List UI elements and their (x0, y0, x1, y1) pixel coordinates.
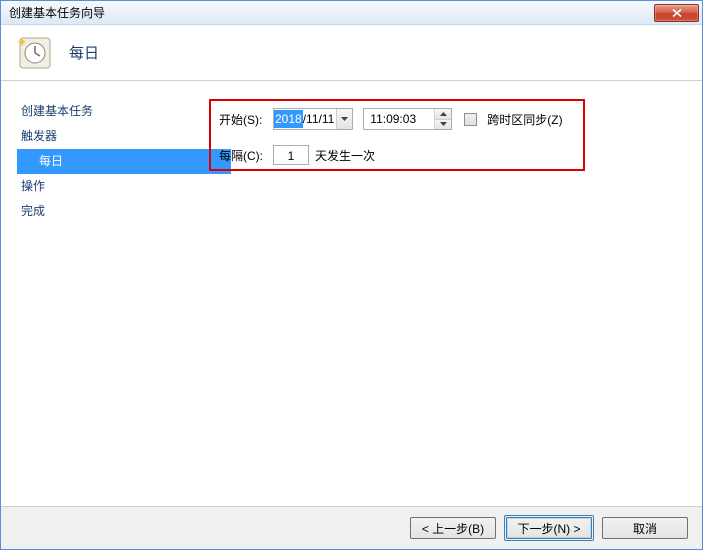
spin-up-button[interactable] (435, 109, 451, 120)
chevron-up-icon (440, 112, 447, 116)
next-button[interactable]: 下一步(N) > (504, 515, 594, 541)
nav-item-finish[interactable]: 完成 (19, 199, 209, 224)
next-button-label: 下一步(N) > (506, 517, 592, 539)
chevron-down-icon (341, 117, 348, 121)
wizard-window: 创建基本任务向导 ✦ 每日 创建基本任务 触发器 每日 操作 完成 (0, 0, 703, 550)
window-title: 创建基本任务向导 (9, 4, 105, 21)
titlebar: 创建基本任务向导 (1, 1, 702, 25)
start-row: 开始(S): 2018/11/11 11:09:03 (219, 107, 575, 131)
back-button[interactable]: < 上一步(B) (410, 517, 496, 539)
wizard-nav: 创建基本任务 触发器 每日 操作 完成 (1, 99, 209, 506)
tz-sync-label: 跨时区同步(Z) (487, 111, 562, 128)
highlight-box: 开始(S): 2018/11/11 11:09:03 (209, 99, 585, 171)
close-button[interactable] (654, 4, 699, 22)
spin-down-button[interactable] (435, 120, 451, 130)
wizard-footer: < 上一步(B) 下一步(N) > 取消 (1, 506, 702, 549)
start-label: 开始(S): (219, 111, 267, 128)
time-spinner-buttons (434, 109, 451, 129)
date-dropdown-button[interactable] (336, 109, 352, 129)
chevron-down-icon (440, 122, 447, 126)
clock-icon: ✦ (19, 37, 51, 69)
start-date-picker[interactable]: 2018/11/11 (273, 108, 353, 130)
nav-item-daily[interactable]: 每日 (17, 149, 231, 174)
date-rest: /11/11 (303, 110, 337, 128)
cancel-button[interactable]: 取消 (602, 517, 688, 539)
wizard-body: 创建基本任务 触发器 每日 操作 完成 开始(S): 2018/11/11 (1, 81, 702, 506)
tz-sync-checkbox[interactable] (464, 113, 477, 126)
page-title: 每日 (69, 42, 99, 63)
start-time-spinner[interactable]: 11:09:03 (363, 108, 452, 130)
close-icon (672, 9, 682, 17)
interval-label: 每隔(C): (219, 147, 267, 164)
wizard-content: 开始(S): 2018/11/11 11:09:03 (209, 99, 585, 171)
nav-item-create-basic-task[interactable]: 创建基本任务 (19, 99, 209, 124)
new-star-icon: ✦ (16, 34, 28, 51)
nav-item-action[interactable]: 操作 (19, 174, 209, 199)
interval-row: 每隔(C): 1 天发生一次 (219, 143, 575, 167)
interval-input[interactable]: 1 (273, 145, 309, 165)
page-header: ✦ 每日 (1, 25, 702, 81)
interval-suffix: 天发生一次 (315, 147, 375, 164)
nav-item-trigger[interactable]: 触发器 (19, 124, 209, 149)
time-value: 11:09:03 (364, 110, 434, 128)
date-year-selected: 2018 (274, 110, 303, 128)
